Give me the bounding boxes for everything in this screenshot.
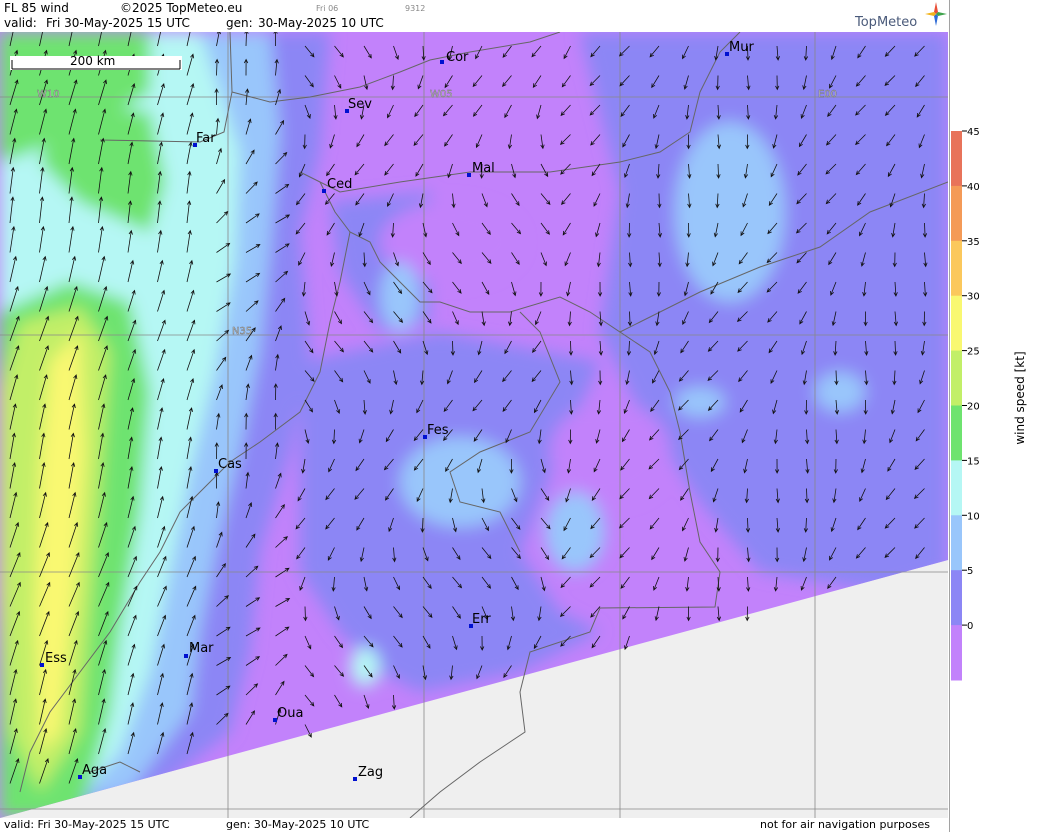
wind-map: W10 W05 E00 N35 200 km Cor Mur Sev Far C… bbox=[0, 32, 948, 818]
grid-label-e00: E00 bbox=[818, 89, 837, 100]
svg-text:Cor: Cor bbox=[446, 50, 469, 65]
city-mar[interactable]: Mar bbox=[184, 641, 214, 658]
svg-text:Far: Far bbox=[196, 131, 216, 146]
svg-text:Mal: Mal bbox=[472, 161, 495, 176]
svg-text:Zag: Zag bbox=[358, 765, 383, 780]
legend-title: wind speed [kt] bbox=[1013, 351, 1027, 444]
small-code-label: 9312 bbox=[405, 4, 426, 13]
legend-color-step bbox=[951, 460, 962, 516]
svg-text:Fes: Fes bbox=[427, 423, 449, 438]
legend-tick-label: 35 bbox=[967, 237, 980, 248]
wind-speed-legend: 45 40 35 30 25 20 15 10 5 0 wind speed [kt] bbox=[949, 0, 1027, 832]
valid-time: Fri 30-May-2025 15 UTC bbox=[46, 16, 190, 30]
legend-color-step bbox=[951, 570, 962, 626]
city-zag[interactable]: Zag bbox=[353, 765, 383, 781]
legend-tick-label: 5 bbox=[967, 566, 973, 577]
city-cas[interactable]: Cas bbox=[214, 457, 242, 473]
footer-valid: valid: Fri 30-May-2025 15 UTC bbox=[4, 818, 170, 831]
legend-tick-label: 0 bbox=[967, 621, 973, 632]
legend-color-step bbox=[951, 131, 962, 187]
city-mal[interactable]: Mal bbox=[467, 161, 495, 177]
legend-color-bar bbox=[951, 131, 962, 681]
scale-bar: 200 km bbox=[10, 54, 182, 70]
city-ess[interactable]: Ess bbox=[40, 651, 67, 667]
legend-tick-label: 15 bbox=[967, 456, 980, 467]
legend-tick-label: 10 bbox=[967, 511, 980, 522]
legend-tick-label: 45 bbox=[967, 127, 980, 138]
topmeteo-logo: TopMeteo bbox=[855, 15, 918, 30]
svg-text:Ced: Ced bbox=[327, 177, 352, 192]
legend-color-step bbox=[951, 515, 962, 571]
svg-text:Oua: Oua bbox=[277, 706, 303, 721]
legend-tick-label: 40 bbox=[967, 182, 980, 193]
legend-color-step bbox=[951, 350, 962, 406]
city-err[interactable]: Err bbox=[469, 612, 491, 628]
grid-label-n35: N35 bbox=[232, 326, 252, 337]
svg-text:Aga: Aga bbox=[82, 763, 107, 778]
grid-label-w10: W10 bbox=[37, 89, 60, 100]
city-aga[interactable]: Aga bbox=[78, 763, 107, 779]
gen-time: 30-May-2025 10 UTC bbox=[258, 16, 384, 30]
city-far[interactable]: Far bbox=[193, 131, 216, 147]
city-ced[interactable]: Ced bbox=[322, 177, 352, 193]
legend-ticks: 45 40 35 30 25 20 15 10 5 0 bbox=[962, 127, 980, 632]
legend-color-step bbox=[951, 185, 962, 242]
legend-color-step bbox=[951, 240, 962, 297]
svg-text:Err: Err bbox=[472, 612, 491, 627]
copyright: ©2025 TopMeteo.eu bbox=[120, 1, 243, 15]
footer-disclaimer: not for air navigation purposes bbox=[760, 818, 930, 831]
grid-label-w05: W05 bbox=[430, 89, 453, 100]
legend-tick-label: 30 bbox=[967, 292, 980, 303]
map-title: FL 85 wind bbox=[4, 1, 69, 15]
compass-star-icon bbox=[925, 2, 947, 26]
city-sev[interactable]: Sev bbox=[345, 97, 372, 113]
scale-bar-label: 200 km bbox=[70, 54, 115, 68]
legend-color-step bbox=[951, 405, 962, 461]
legend-color-step bbox=[951, 295, 962, 352]
footer-gen: gen: 30-May-2025 10 UTC bbox=[226, 818, 370, 831]
svg-text:Mur: Mur bbox=[729, 40, 754, 55]
svg-text:Cas: Cas bbox=[218, 457, 242, 472]
svg-text:Sev: Sev bbox=[348, 97, 372, 112]
small-day-label: Fri 06 bbox=[316, 4, 339, 13]
svg-text:Ess: Ess bbox=[45, 651, 67, 666]
city-fes[interactable]: Fes bbox=[423, 423, 449, 439]
legend-color-step bbox=[951, 625, 962, 681]
svg-text:Mar: Mar bbox=[189, 641, 214, 656]
valid-label: valid: bbox=[4, 16, 37, 30]
legend-tick-label: 25 bbox=[967, 347, 980, 358]
wind-speed-field bbox=[0, 32, 948, 818]
city-oua[interactable]: Oua bbox=[273, 706, 303, 722]
city-mur[interactable]: Mur bbox=[725, 40, 754, 56]
gen-label: gen: bbox=[226, 16, 253, 30]
legend-tick-label: 20 bbox=[967, 402, 980, 413]
